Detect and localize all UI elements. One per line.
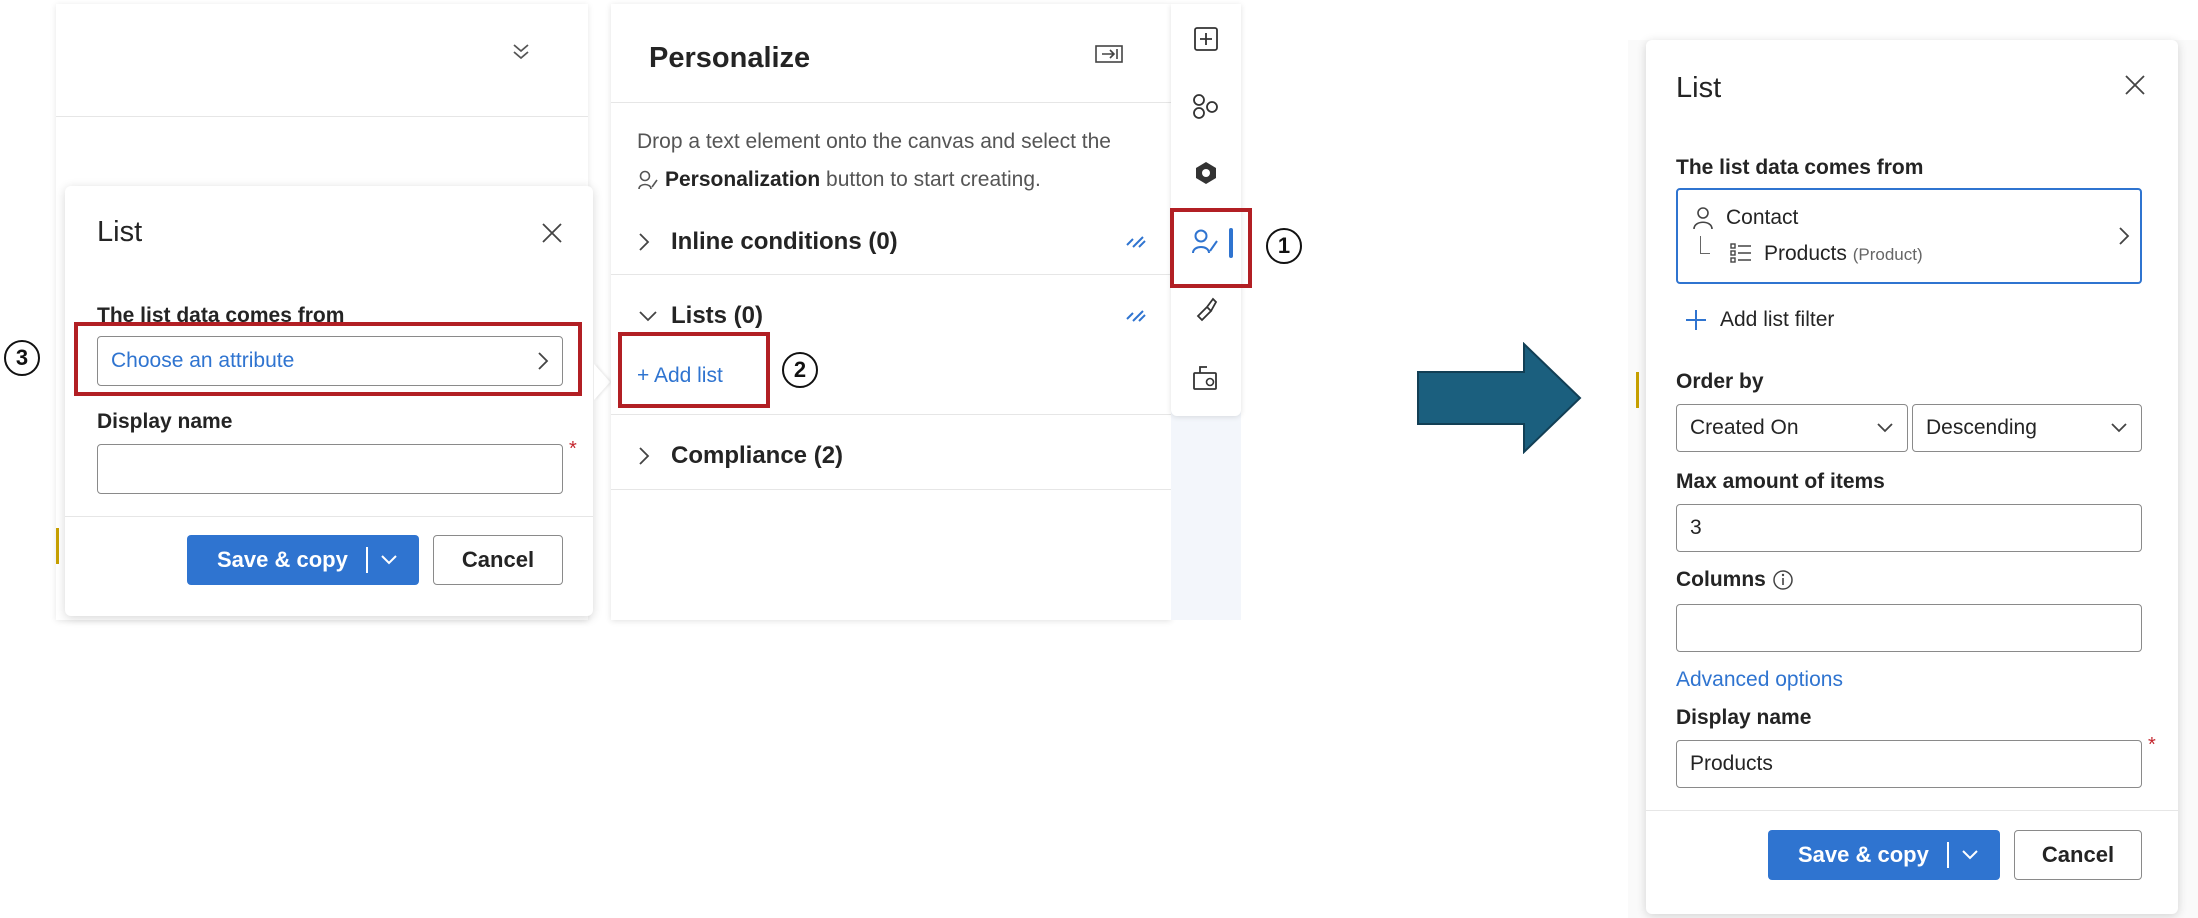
add-list-filter-label: Add list filter	[1720, 308, 1835, 331]
edit-link-icon[interactable]	[1123, 307, 1149, 325]
collapse-pane-icon[interactable]	[1095, 44, 1123, 64]
panel-title: List	[1676, 72, 1722, 104]
source-entity: Contact	[1726, 206, 1799, 229]
section-label: Inline conditions (0)	[671, 228, 898, 255]
save-copy-button[interactable]: Save & copy	[187, 535, 419, 585]
section-divider	[611, 414, 1171, 415]
order-direction-select[interactable]: Descending	[1912, 404, 2142, 452]
display-name-value: Products	[1690, 752, 1773, 775]
tree-connector	[1700, 236, 1710, 254]
callout-notch	[594, 364, 610, 400]
pane-title: Personalize	[649, 42, 811, 74]
columns-label-row: Columns	[1676, 568, 1794, 592]
canvas-divider	[56, 116, 588, 117]
personalization-inline-icon	[637, 169, 659, 191]
close-icon[interactable]	[541, 222, 563, 244]
chevron-down-icon[interactable]	[1961, 849, 1979, 861]
section-label: Compliance (2)	[671, 442, 844, 469]
max-items-value: 3	[1690, 516, 1702, 539]
intro-line-2: Personalization button to start creating…	[637, 168, 1041, 192]
list-icon	[1730, 242, 1752, 264]
copilot-icon[interactable]	[1193, 160, 1219, 186]
display-name-input[interactable]	[97, 444, 563, 494]
double-chevron-down-icon[interactable]	[510, 40, 532, 62]
section-inline-conditions[interactable]: Inline conditions (0)	[637, 222, 1157, 262]
styles-icon[interactable]	[1193, 296, 1219, 322]
intro-rest: button to start creating.	[820, 168, 1041, 191]
display-name-input[interactable]: Products	[1676, 740, 2142, 788]
save-copy-label: Save & copy	[217, 547, 348, 572]
split-divider	[1946, 842, 1949, 868]
close-icon[interactable]	[2124, 74, 2146, 96]
title-divider	[611, 102, 1171, 103]
intro-line-1: Drop a text element onto the canvas and …	[637, 130, 1111, 153]
columns-input[interactable]	[1676, 604, 2142, 652]
add-element-icon[interactable]	[1193, 26, 1219, 52]
step-marker-2: 2	[782, 352, 818, 388]
footer-divider	[1646, 810, 2178, 811]
chevron-right-icon	[2118, 226, 2130, 246]
data-source-picker[interactable]: Contact Products (Product)	[1676, 188, 2142, 284]
chevron-right-icon	[637, 445, 651, 467]
highlight-add-list	[618, 332, 770, 408]
chevron-down-icon	[637, 309, 659, 323]
data-source-label: The list data comes from	[1676, 156, 1924, 179]
edit-link-icon[interactable]	[1123, 233, 1149, 251]
list-panel-right: List The list data comes from Contact Pr…	[1646, 40, 2178, 914]
save-copy-label: Save & copy	[1798, 842, 1929, 867]
max-items-input[interactable]: 3	[1676, 504, 2142, 552]
required-marker: *	[569, 438, 577, 460]
chevron-down-icon	[1876, 422, 1894, 434]
order-field-value: Created On	[1690, 416, 1799, 439]
display-name-label: Display name	[97, 410, 233, 433]
cancel-button[interactable]: Cancel	[2014, 830, 2142, 880]
display-name-label: Display name	[1676, 706, 1812, 729]
chevron-down-icon[interactable]	[380, 554, 398, 566]
list-panel-left: List The list data comes from Choose an …	[65, 186, 593, 616]
section-lists[interactable]: Lists (0)	[637, 296, 1157, 336]
required-marker: *	[2148, 734, 2156, 756]
source-list-name: Products	[1764, 242, 1847, 265]
transition-arrow	[1416, 341, 1582, 459]
max-items-label: Max amount of items	[1676, 470, 1885, 493]
info-icon[interactable]	[1772, 569, 1794, 591]
cancel-button[interactable]: Cancel	[433, 535, 563, 585]
split-divider	[365, 547, 368, 573]
order-field-select[interactable]: Created On	[1676, 404, 1908, 452]
section-label: Lists (0)	[671, 302, 764, 329]
contact-icon	[1692, 206, 1714, 230]
footer-divider	[65, 516, 593, 517]
chevron-right-icon	[637, 231, 651, 253]
chevron-down-icon	[2110, 422, 2128, 434]
source-list-type: (Product)	[1852, 245, 1923, 264]
highlight-personalization-tool	[1170, 208, 1252, 288]
source-list: Products (Product)	[1764, 242, 1923, 266]
section-divider	[611, 274, 1171, 275]
plus-icon	[1684, 308, 1708, 332]
add-list-filter-button[interactable]: Add list filter	[1684, 308, 1834, 332]
section-compliance[interactable]: Compliance (2)	[637, 436, 1157, 476]
personalize-pane: Personalize Drop a text element onto the…	[611, 4, 1171, 620]
step-marker-1: 1	[1266, 228, 1302, 264]
intro-bold: Personalization	[665, 168, 821, 191]
section-divider	[611, 489, 1171, 490]
panel-title: List	[97, 216, 143, 248]
order-by-label: Order by	[1676, 370, 1764, 393]
settings-icon[interactable]	[1191, 364, 1221, 392]
elements-icon[interactable]	[1191, 92, 1219, 120]
advanced-options-link[interactable]: Advanced options	[1676, 668, 1843, 692]
right-backdrop-fragment	[1636, 372, 1642, 408]
save-copy-button[interactable]: Save & copy	[1768, 830, 2000, 880]
step-marker-3: 3	[4, 340, 40, 376]
order-direction-value: Descending	[1926, 416, 2037, 439]
columns-label: Columns	[1676, 568, 1766, 591]
highlight-attribute-picker	[74, 322, 582, 396]
